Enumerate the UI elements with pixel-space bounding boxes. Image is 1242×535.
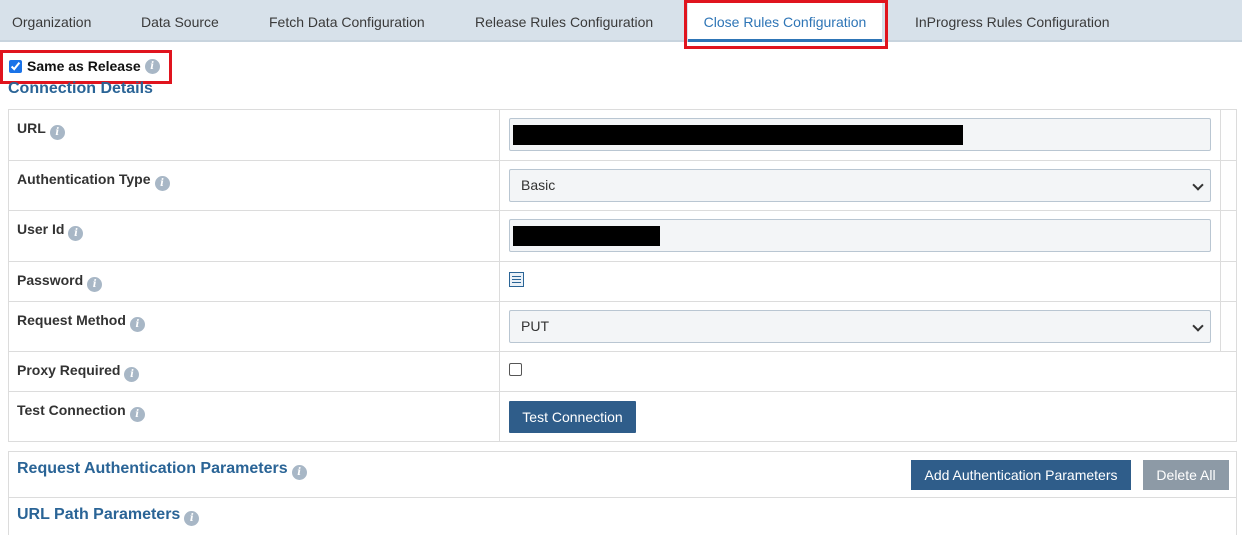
parameters-panel: Request Authentication Parameters i Add A… (8, 451, 1237, 535)
active-tab-indicator (688, 39, 882, 42)
password-label: Password i (17, 272, 103, 292)
row-password: Password i (9, 262, 1236, 302)
url-label: URL i (17, 120, 65, 140)
info-icon[interactable]: i (184, 511, 200, 526)
tab-close-rules-label: Close Rules Configuration (703, 14, 867, 30)
user-id-label: User Id i (17, 221, 84, 241)
request-authentication-parameters-title: Request Authentication Parameters i (17, 460, 307, 480)
info-icon[interactable]: i (87, 277, 103, 292)
authentication-type-label: Authentication Type i (17, 171, 170, 191)
row-authentication-type: Authentication Type i Basic (9, 161, 1236, 211)
same-as-release-label: Same as Release (27, 58, 141, 74)
chevron-down-icon (1192, 320, 1204, 332)
info-icon[interactable]: i (68, 226, 84, 241)
delete-all-button[interactable]: Delete All (1143, 460, 1229, 490)
info-icon[interactable]: i (49, 125, 65, 140)
info-icon[interactable]: i (129, 407, 145, 422)
proxy-required-checkbox[interactable] (509, 363, 522, 376)
authentication-type-value: Basic (521, 177, 556, 193)
proxy-required-label: Proxy Required i (17, 362, 140, 382)
tab-data-source[interactable]: Data Source (141, 0, 219, 42)
test-connection-label: Test Connection i (17, 402, 145, 422)
redacted-user-id-value (513, 226, 660, 246)
tab-organization[interactable]: Organization (12, 0, 91, 42)
info-icon[interactable]: i (154, 176, 170, 191)
add-authentication-parameters-button[interactable]: Add Authentication Parameters (911, 460, 1131, 490)
info-icon[interactable]: i (144, 58, 160, 74)
request-method-select[interactable]: PUT (509, 310, 1211, 343)
row-test-connection: Test Connection i Test Connection (9, 392, 1236, 441)
user-id-input[interactable] (509, 219, 1211, 252)
connection-details-title: Connection Details (8, 80, 153, 97)
row-proxy-required: Proxy Required i (9, 352, 1236, 392)
row-user-id: User Id i (9, 211, 1236, 262)
row-url: URL i (9, 110, 1236, 161)
info-icon[interactable]: i (124, 367, 140, 382)
parameters-divider (9, 497, 1236, 498)
row-request-method: Request Method i PUT (9, 302, 1236, 352)
request-method-label: Request Method i (17, 312, 145, 332)
connection-details-table: URL i Authentication Type i Basic User Id i… (8, 109, 1237, 442)
tab-fetch-data-configuration[interactable]: Fetch Data Configuration (269, 0, 425, 42)
tab-close-rules-configuration[interactable]: Close Rules Configuration (688, 0, 882, 42)
info-icon[interactable]: i (291, 465, 307, 480)
same-as-release-row: Same as Release i (8, 57, 160, 75)
authentication-type-select[interactable]: Basic (509, 169, 1211, 202)
chevron-down-icon (1192, 179, 1204, 191)
same-as-release-checkbox[interactable] (9, 59, 22, 73)
tab-inprogress-rules-configuration[interactable]: InProgress Rules Configuration (915, 0, 1110, 42)
test-connection-button[interactable]: Test Connection (509, 401, 636, 433)
url-path-parameters-title: URL Path Parameters i (17, 506, 200, 526)
info-icon[interactable]: i (129, 317, 145, 332)
password-field-icon[interactable] (509, 272, 524, 287)
url-input[interactable] (509, 118, 1211, 151)
tab-bar: Organization Data Source Fetch Data Conf… (0, 0, 1242, 42)
redacted-url-value (513, 125, 963, 145)
tab-release-rules-configuration[interactable]: Release Rules Configuration (475, 0, 653, 42)
request-method-value: PUT (521, 318, 549, 334)
